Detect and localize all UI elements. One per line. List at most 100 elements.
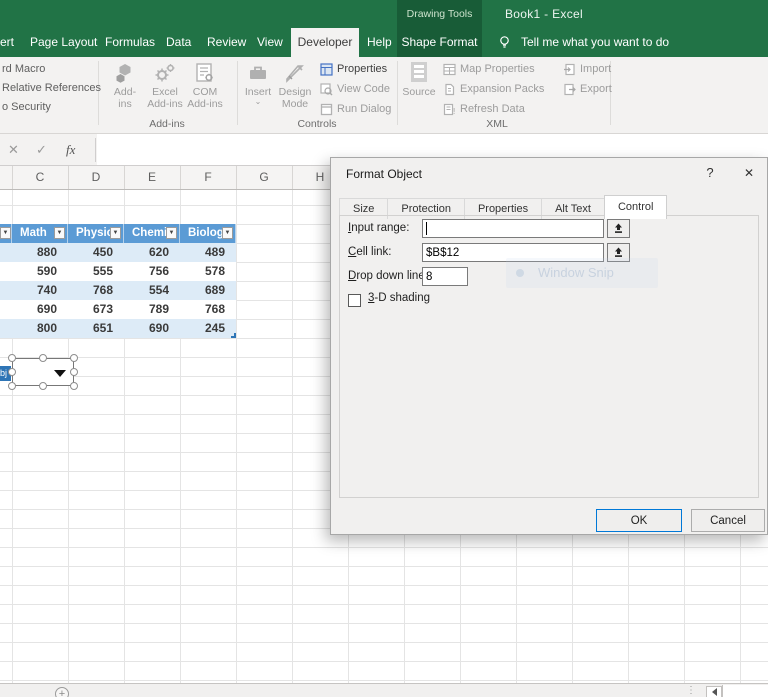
table-header-physics[interactable]: Physic ▼ (68, 224, 124, 243)
cell[interactable]: 768 (180, 300, 236, 319)
selection-handle[interactable] (70, 382, 78, 390)
column-header-f[interactable]: F (180, 166, 236, 189)
table-row: 690 673 789 768 (0, 300, 236, 319)
map-properties-button[interactable]: Map Properties (443, 60, 535, 78)
import-icon (563, 63, 576, 76)
com-add-ins-icon (194, 60, 216, 86)
cancel-button[interactable]: Cancel (691, 509, 765, 532)
ok-button[interactable]: OK (596, 509, 682, 532)
table-row: 800 651 690 245 (0, 319, 236, 338)
cancel-icon[interactable]: ✕ (8, 134, 19, 165)
selection-handle[interactable] (8, 354, 16, 362)
scroll-left-button[interactable] (706, 686, 722, 697)
cell[interactable]: 756 (124, 262, 180, 281)
table-header-chemistry[interactable]: Chemis ▼ (124, 224, 180, 243)
table-resize-handle[interactable] (231, 333, 236, 338)
insert-control-button[interactable]: Insert ⌄ (241, 60, 275, 124)
tab-shape-format[interactable]: Shape Format (397, 28, 482, 57)
selection-handle[interactable] (39, 382, 47, 390)
filter-button[interactable]: ▼ (110, 227, 121, 239)
addins-group-label: Add-ins (127, 118, 207, 130)
table-header-biology[interactable]: Biolog ▼ (180, 224, 236, 243)
tab-review[interactable]: Review (207, 28, 246, 57)
refresh-data-button[interactable]: ! Refresh Data (443, 100, 525, 118)
properties-button[interactable]: Properties (320, 60, 387, 78)
cell[interactable]: 450 (68, 243, 124, 262)
column-header-g[interactable]: G (236, 166, 292, 189)
formula-bar-separator (95, 138, 96, 162)
tab-page-layout[interactable]: Page Layout (30, 28, 97, 57)
column-header-e[interactable]: E (124, 166, 180, 189)
excel-add-ins-button[interactable]: Excel Add-ins (144, 60, 186, 124)
filter-button[interactable]: ▼ (54, 227, 65, 239)
cell[interactable]: 620 (124, 243, 180, 262)
help-icon[interactable]: ? (701, 164, 719, 182)
combo-dropdown-icon[interactable] (54, 370, 66, 377)
group-separator (397, 61, 398, 125)
filter-button[interactable]: ▼ (0, 227, 11, 239)
tab-insert-partial[interactable]: ert (0, 28, 14, 57)
run-dialog-button[interactable]: Run Dialog (320, 100, 391, 118)
xml-group-label: XML (457, 118, 537, 130)
tell-me-box[interactable]: Tell me what you want to do (521, 28, 669, 57)
relative-references-partial-label[interactable]: Relative References (2, 82, 101, 94)
cell[interactable]: 800 (12, 319, 68, 338)
cell[interactable]: 690 (124, 319, 180, 338)
cell[interactable]: 690 (12, 300, 68, 319)
controls-group-label: Controls (277, 118, 357, 130)
column-header-d[interactable]: D (68, 166, 124, 189)
tab-formulas[interactable]: Formulas (105, 28, 155, 57)
chevron-down-icon: ▼ (57, 224, 63, 243)
close-icon[interactable]: ✕ (739, 164, 759, 182)
tab-help[interactable]: Help (367, 28, 392, 57)
tab-view[interactable]: View (257, 28, 283, 57)
cell[interactable]: 768 (68, 281, 124, 300)
tab-developer[interactable]: Developer (291, 28, 359, 57)
add-ins-button[interactable]: Add- ins (104, 60, 146, 124)
tab-data[interactable]: Data (166, 28, 191, 57)
cell[interactable]: 789 (124, 300, 180, 319)
cell[interactable]: 245 (180, 319, 236, 338)
svg-text:!: ! (453, 107, 455, 116)
com-add-ins-button[interactable]: COM Add-ins (184, 60, 226, 124)
table-header-row: ▼ Math ▼ Physic ▼ Chemis ▼ Biolog ▼ (0, 224, 236, 243)
column-header-c[interactable]: C (12, 166, 68, 189)
expansion-packs-button[interactable]: Expansion Packs (443, 80, 544, 98)
tab-overflow-dots[interactable]: ⋮ (686, 684, 696, 697)
filter-button[interactable]: ▼ (222, 227, 233, 239)
new-sheet-button[interactable]: + (55, 687, 69, 697)
horizontal-scrollbar[interactable] (722, 685, 768, 697)
import-button[interactable]: Import (563, 60, 611, 78)
contextual-tools-header: Drawing Tools (397, 0, 482, 28)
record-macro-partial-label[interactable]: rd Macro (2, 63, 45, 75)
cell[interactable]: 673 (68, 300, 124, 319)
view-code-button[interactable]: View Code (320, 80, 390, 98)
cell[interactable]: 590 (12, 262, 68, 281)
cell[interactable]: 689 (180, 281, 236, 300)
cell[interactable]: 555 (68, 262, 124, 281)
enter-icon[interactable]: ✓ (36, 134, 47, 165)
fx-icon[interactable]: fx (66, 134, 75, 165)
design-mode-button[interactable]: Design Mode (276, 60, 314, 124)
cell[interactable]: 489 (180, 243, 236, 262)
selection-handle[interactable] (70, 354, 78, 362)
selection-handle[interactable] (8, 382, 16, 390)
source-button[interactable]: Source (400, 60, 438, 124)
cell[interactable]: 651 (68, 319, 124, 338)
cell[interactable]: 578 (180, 262, 236, 281)
dialog-title: Format Object (346, 167, 422, 181)
table-header-math[interactable]: Math ▼ (12, 224, 68, 243)
dialog-tab-control[interactable]: Control (604, 195, 667, 219)
cell[interactable]: 740 (12, 281, 68, 300)
selection-handle[interactable] (70, 368, 78, 376)
cell[interactable]: 554 (124, 281, 180, 300)
selection-handle[interactable] (39, 354, 47, 362)
filter-button[interactable]: ▼ (166, 227, 177, 239)
cell[interactable]: 880 (12, 243, 68, 262)
excel-window: Drawing Tools Book1 - Excel ert Page Lay… (0, 0, 768, 697)
selection-handle[interactable] (8, 368, 16, 376)
table-header-partial[interactable]: ▼ (0, 224, 12, 243)
macro-security-partial-label[interactable]: o Security (2, 101, 51, 113)
export-button[interactable]: Export (563, 80, 612, 98)
scroll-left-icon (712, 688, 717, 696)
